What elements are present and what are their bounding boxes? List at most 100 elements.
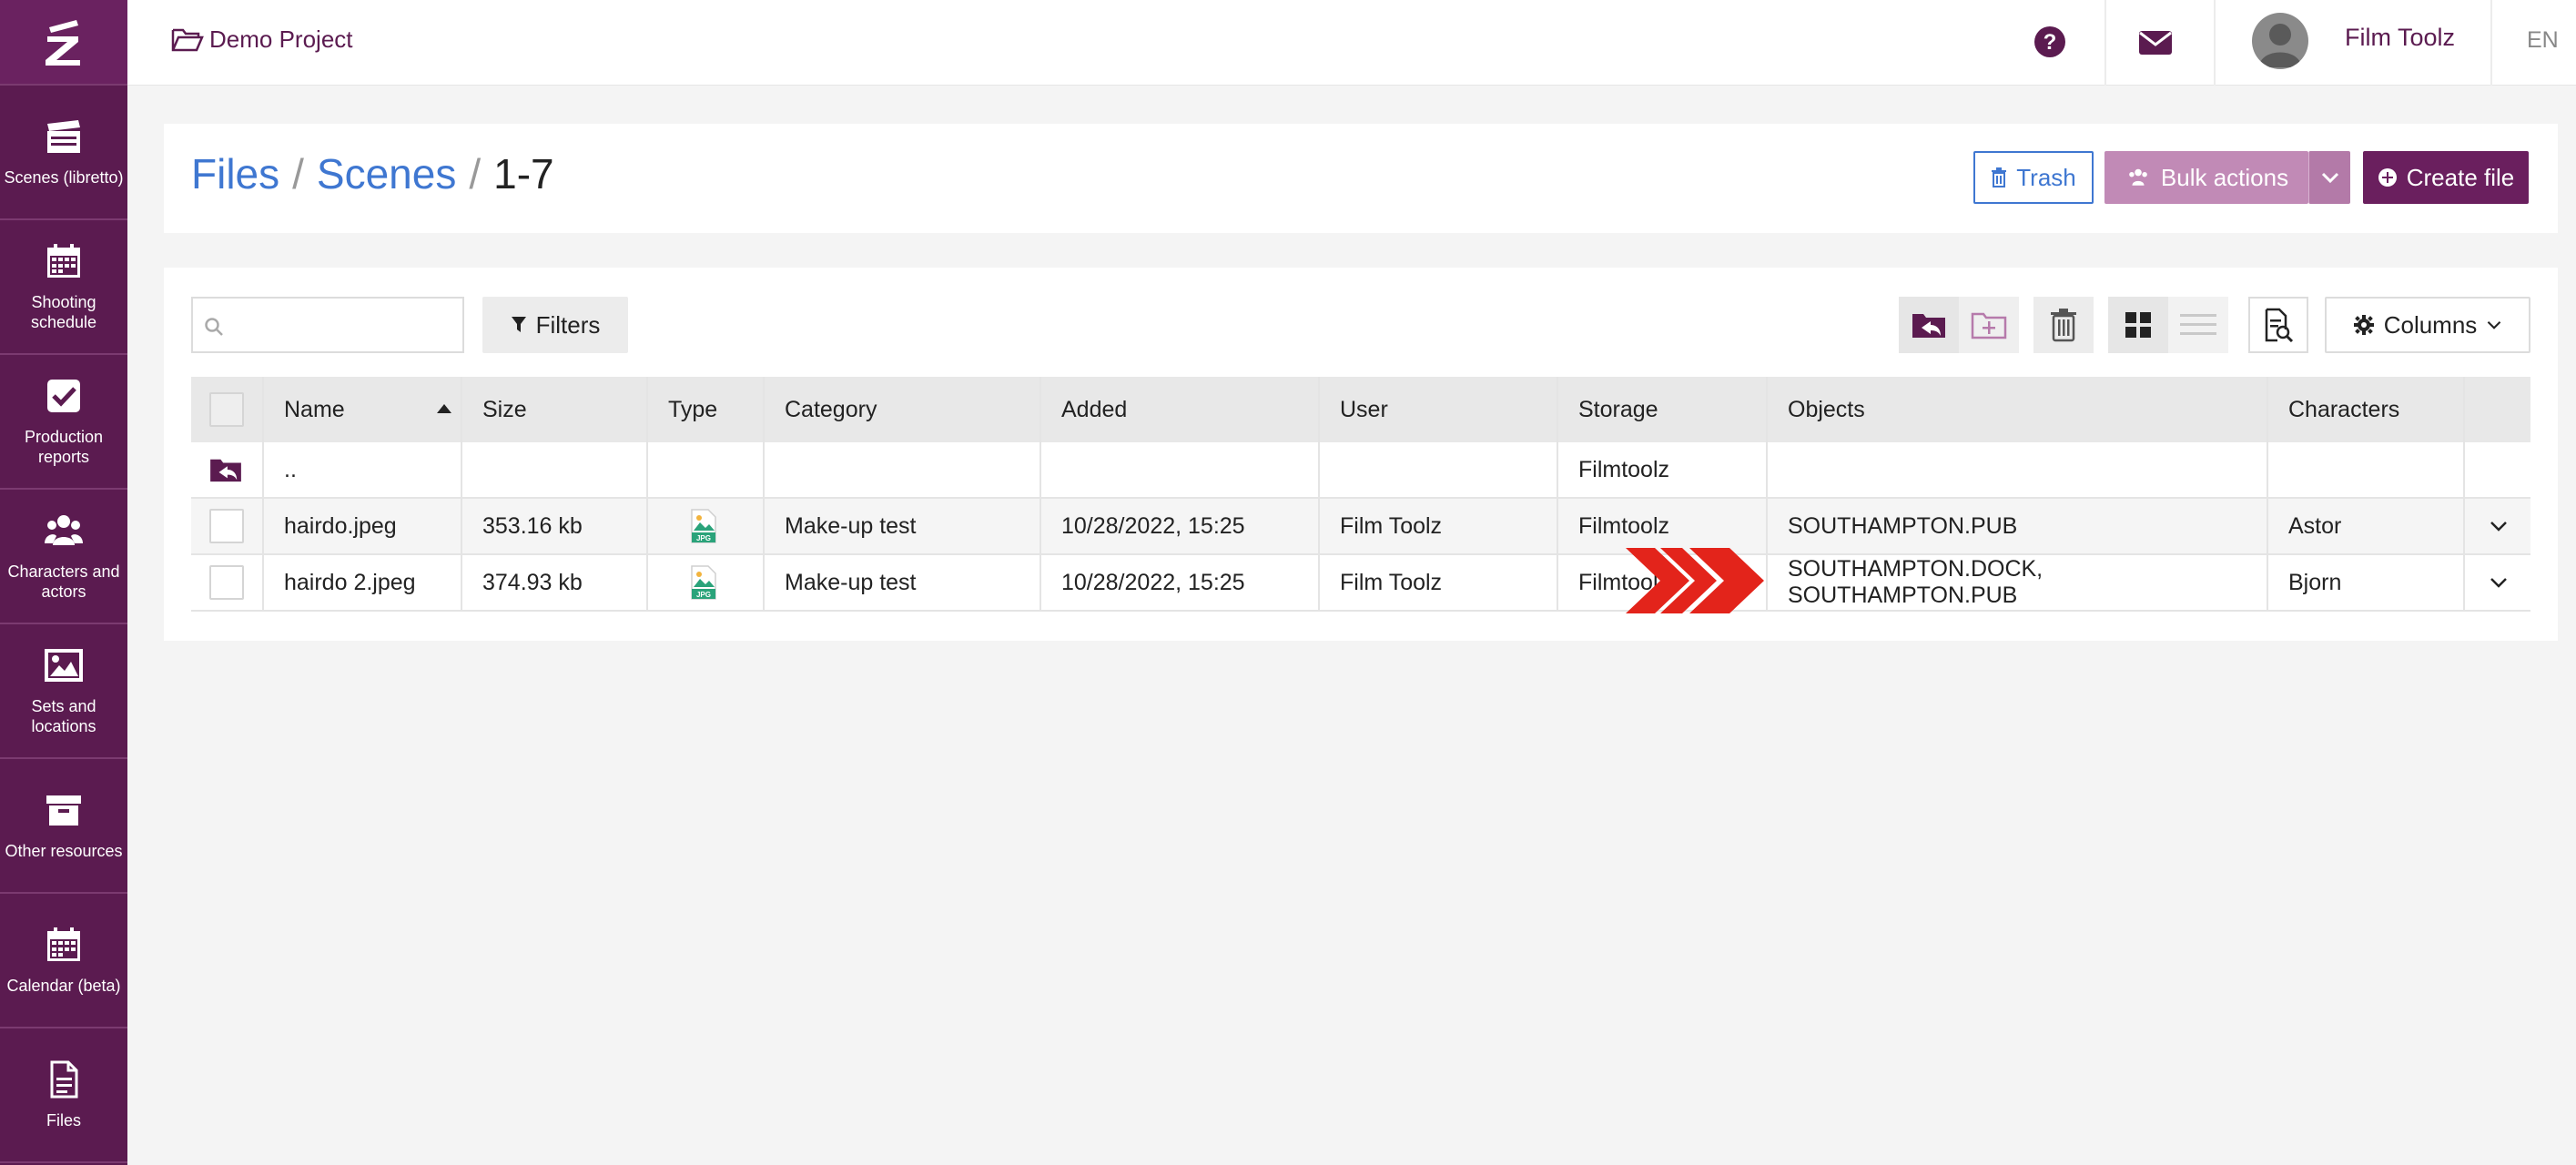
header-card: Files / Scenes / 1-7 Trash Bulk actions [164,124,2558,233]
table-header: Name Size Type Category Added User Stora… [191,377,2530,442]
cell-name[interactable]: hairdo 2.jpeg [264,555,462,610]
topbar: Demo Project ? Film Toolz EN [127,0,2576,86]
cell-characters [2268,442,2465,497]
parent-folder-button[interactable] [1899,297,1959,353]
select-all-checkbox[interactable] [209,392,244,427]
sidebar-item-shooting-schedule[interactable]: Shooting schedule [0,220,127,355]
cell-size: 374.93 kb [462,555,648,610]
sidebar-item-label: Scenes (libretto) [4,168,124,187]
row-expand-button[interactable] [2465,499,2530,553]
delete-button[interactable] [2033,297,2094,353]
column-header-type[interactable]: Type [648,377,765,442]
breadcrumb-files[interactable]: Files [191,149,279,198]
column-header-label: Storage [1578,396,1658,422]
breadcrumb-scenes[interactable]: Scenes [317,149,456,198]
mail-icon[interactable] [2137,27,2174,58]
column-header-label: Characters [2288,396,2400,422]
row-checkbox[interactable] [209,509,244,543]
file-type-label: JPG [696,534,711,542]
sidebar-item-characters[interactable]: Characters and actors [0,490,127,624]
column-header-user[interactable]: User [1320,377,1558,442]
column-header-storage[interactable]: Storage [1558,377,1768,442]
filters-button[interactable]: Filters [482,297,628,353]
column-header-label: Type [668,396,718,422]
cell-added: 10/28/2022, 15:25 [1041,499,1320,553]
table-row[interactable]: hairdo.jpeg 353.16 kb JPG Make-up test 1… [191,499,2530,555]
cell-category: Make-up test [765,499,1041,553]
jpg-file-icon: JPG [691,565,716,600]
cell-storage: Filmtoolz [1558,499,1768,553]
search-box[interactable] [191,297,464,353]
cell-size: 353.16 kb [462,499,648,553]
create-file-button[interactable]: Create file [2363,151,2529,204]
select-all-cell [191,377,264,442]
image-icon [45,649,83,682]
trash-label: Trash [2016,163,2076,191]
sidebar-item-sets-locations[interactable]: Sets and locations [0,624,127,759]
cell-name[interactable]: hairdo.jpeg [264,499,462,553]
bulk-actions-button[interactable]: Bulk actions [2104,151,2308,204]
column-header-characters[interactable]: Characters [2268,377,2465,442]
new-folder-button[interactable] [1959,297,2019,353]
column-header-name[interactable]: Name [264,377,462,442]
cell-category [765,442,1041,497]
jpg-file-icon: JPG [691,509,716,543]
file-icon [50,1060,78,1099]
chevron-down-icon [2488,321,2501,329]
sidebar-item-scenes[interactable]: Scenes (libretto) [0,86,127,220]
file-type-label: JPG [696,591,711,599]
divider [2214,0,2216,86]
cell-added [1041,442,1320,497]
row-checkbox[interactable] [209,565,244,600]
cell-added: 10/28/2022, 15:25 [1041,555,1320,610]
sidebar-item-production-reports[interactable]: Production reports [0,355,127,490]
cell-size [462,442,648,497]
clapperboard-icon [47,120,80,153]
list-view-button[interactable] [2168,297,2228,353]
breadcrumb: Files / Scenes / 1-7 [191,149,554,198]
bulk-actions-label: Bulk actions [2160,163,2289,191]
column-header-label: Objects [1788,396,1865,422]
sidebar: Scenes (libretto) Shooting schedule Prod… [0,0,127,1165]
help-icon[interactable]: ? [2032,24,2068,60]
user-name[interactable]: Film Toolz [2345,24,2455,52]
archive-icon [46,795,81,826]
column-header-label: Added [1061,396,1128,422]
logo[interactable] [0,0,127,86]
preview-button[interactable] [2248,297,2308,353]
column-header-category[interactable]: Category [765,377,1041,442]
files-card: Filters Columns Name Size Type Category … [164,268,2558,641]
language-selector[interactable]: EN [2527,27,2559,54]
sidebar-item-label: Shooting schedule [30,293,97,331]
column-header-label: Category [785,396,877,422]
grid-view-button[interactable] [2108,297,2168,353]
table-row[interactable]: hairdo 2.jpeg 374.93 kb JPG Make-up test… [191,555,2530,612]
bulk-actions-dropdown[interactable] [2308,151,2350,204]
sidebar-item-label: Files [46,1111,81,1130]
sidebar-item-label: Other resources [5,842,123,860]
row-icon-cell [191,442,264,497]
sidebar-item-label: Calendar (beta) [6,977,121,995]
column-header-size[interactable]: Size [462,377,648,442]
trash-button[interactable]: Trash [1973,151,2094,204]
sidebar-item-other-resources[interactable]: Other resources [0,759,127,894]
avatar[interactable] [2252,13,2308,69]
row-expand-button[interactable] [2465,555,2530,610]
filters-label: Filters [535,310,601,339]
column-header-objects[interactable]: Objects [1768,377,2268,442]
divider [2490,0,2492,86]
cell-name[interactable]: .. [264,442,462,497]
column-header-actions [2465,377,2530,442]
table-row-parent[interactable]: .. Filmtoolz [191,442,2530,499]
sidebar-item-calendar[interactable]: Calendar (beta) [0,894,127,1028]
sidebar-item-files[interactable]: Files [0,1028,127,1163]
cell-type: JPG [648,499,765,553]
project-selector[interactable]: Demo Project [171,25,353,54]
cell-type [648,442,765,497]
filter-icon [511,317,526,332]
folder-back-icon [210,459,241,482]
cell-characters: Bjorn [2268,555,2465,610]
columns-button[interactable]: Columns [2325,297,2530,353]
column-header-added[interactable]: Added [1041,377,1320,442]
chevron-down-icon [2490,522,2507,532]
